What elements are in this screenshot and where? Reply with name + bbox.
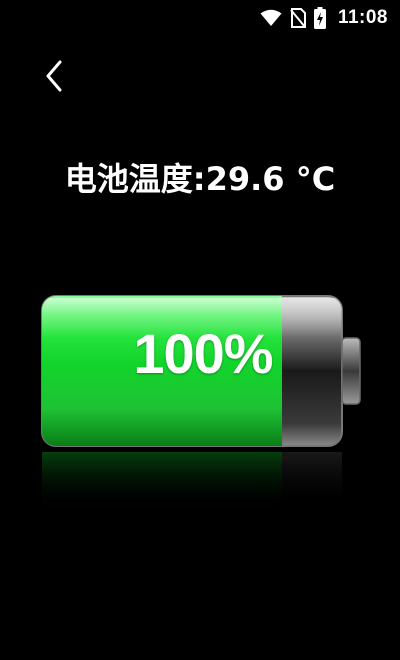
battery-temperature-title: 电池温度:29.6 °C: [0, 154, 400, 200]
battery-percent: 100%: [133, 322, 273, 385]
battery-charging-icon: [313, 7, 326, 29]
no-sim-icon: [290, 8, 306, 28]
back-button[interactable]: [38, 58, 70, 94]
battery-cap: [341, 337, 361, 405]
temperature-unit: °C: [295, 160, 336, 198]
battery-indicator: 100%: [38, 288, 364, 528]
status-bar: 11:08: [0, 0, 400, 36]
chevron-left-icon: [46, 60, 62, 92]
status-time: 11:08: [337, 7, 388, 28]
wifi-icon: [260, 9, 282, 27]
temperature-label: 电池温度:: [64, 160, 206, 198]
temperature-value: 29.6: [205, 160, 285, 198]
